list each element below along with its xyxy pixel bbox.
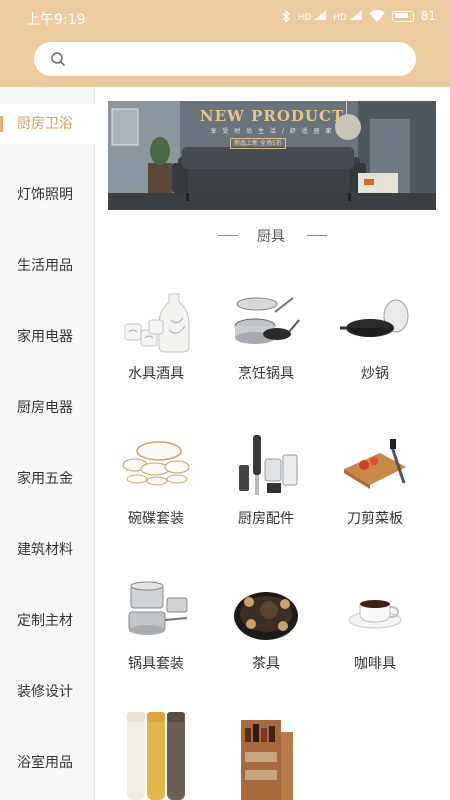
product-label: 碗碟套装: [128, 511, 184, 527]
spice-rack-icon: [241, 720, 293, 800]
product-label: 锅具套装: [128, 656, 184, 672]
product-label: 烹饪锅具: [238, 366, 294, 382]
sidebar-item-kitchen-bath[interactable]: 厨房卫浴: [0, 104, 95, 144]
category-sidebar: 厨房卫浴 灯饰照明 生活用品 家用电器 厨房电器 家用五金 建筑材料 定制主材 …: [0, 87, 95, 800]
search-icon: [51, 52, 65, 66]
product-label: 咖啡具: [354, 656, 396, 672]
sidebar-item-bathroom[interactable]: 浴室用品: [0, 743, 95, 783]
product-label: 茶具: [252, 656, 280, 672]
signal-1-icon: HD: [298, 9, 327, 23]
product-label: 水具酒具: [128, 366, 184, 382]
battery-icon: [391, 10, 414, 22]
battery-level: 81: [420, 9, 436, 23]
status-bar: 上午9:19 HD HD 81: [0, 0, 450, 36]
sidebar-item-daily-goods[interactable]: 生活用品: [0, 246, 95, 286]
thermos-icon: [127, 712, 185, 800]
banner-title: NEW PRODUCT: [199, 107, 345, 125]
wok-icon: [340, 299, 409, 337]
product-item[interactable]: 茶具: [218, 580, 314, 690]
coffee-cup-icon: [348, 600, 402, 629]
sidebar-item-kitchen-appliances[interactable]: 厨房电器: [0, 388, 95, 428]
sidebar-item-building-materials[interactable]: 建筑材料: [0, 530, 95, 570]
status-icons: HD HD 81: [282, 9, 436, 23]
blender-icon: [239, 435, 298, 495]
header-bar: 上午9:19 HD HD 81: [0, 0, 450, 87]
pot-set-icon: [128, 581, 188, 635]
sidebar-item-appliances[interactable]: 家用电器: [0, 317, 95, 357]
product-item[interactable]: [108, 710, 204, 800]
product-item[interactable]: 厨房配件: [218, 435, 314, 545]
product-item[interactable]: [218, 710, 314, 800]
product-label: 厨房配件: [238, 511, 294, 527]
section-divider-right: [307, 235, 327, 236]
product-item[interactable]: 锅具套装: [108, 580, 204, 690]
promo-banner[interactable]: NEW PRODUCT 享 受 时 尚 生 活 / 舒 适 居 家 新品上新 全…: [108, 101, 436, 210]
product-label: 刀剪菜板: [347, 511, 403, 527]
product-item[interactable]: 刀剪菜板: [327, 435, 423, 545]
status-time: 上午9:19: [26, 12, 86, 28]
wifi-icon: [368, 10, 385, 22]
signal-2-icon: HD: [333, 9, 362, 23]
cookware-set-icon: [234, 297, 300, 344]
tea-set-icon: [234, 592, 298, 640]
product-item[interactable]: 水具酒具: [108, 290, 204, 400]
sake-set-icon: [124, 293, 190, 353]
product-item[interactable]: 碗碟套装: [108, 435, 204, 545]
dinnerware-icon: [122, 441, 190, 486]
sidebar-item-custom-materials[interactable]: 定制主材: [0, 601, 95, 641]
product-item[interactable]: 烹饪锅具: [218, 290, 314, 400]
sidebar-item-decoration-design[interactable]: 装修设计: [0, 672, 95, 712]
cutting-board-icon: [344, 439, 406, 489]
banner-button[interactable]: 新品上新 全场5折: [230, 138, 286, 149]
banner-subtitle: 享 受 时 尚 生 活 / 舒 适 居 家: [210, 128, 334, 135]
product-label: 炒锅: [361, 366, 389, 382]
product-item[interactable]: 咖啡具: [327, 580, 423, 690]
bluetooth-icon: [282, 9, 290, 23]
search-input[interactable]: [34, 42, 416, 76]
product-item[interactable]: 炒锅: [327, 290, 423, 400]
sidebar-item-hardware[interactable]: 家用五金: [0, 459, 95, 499]
sidebar-item-lighting[interactable]: 灯饰照明: [0, 175, 95, 215]
